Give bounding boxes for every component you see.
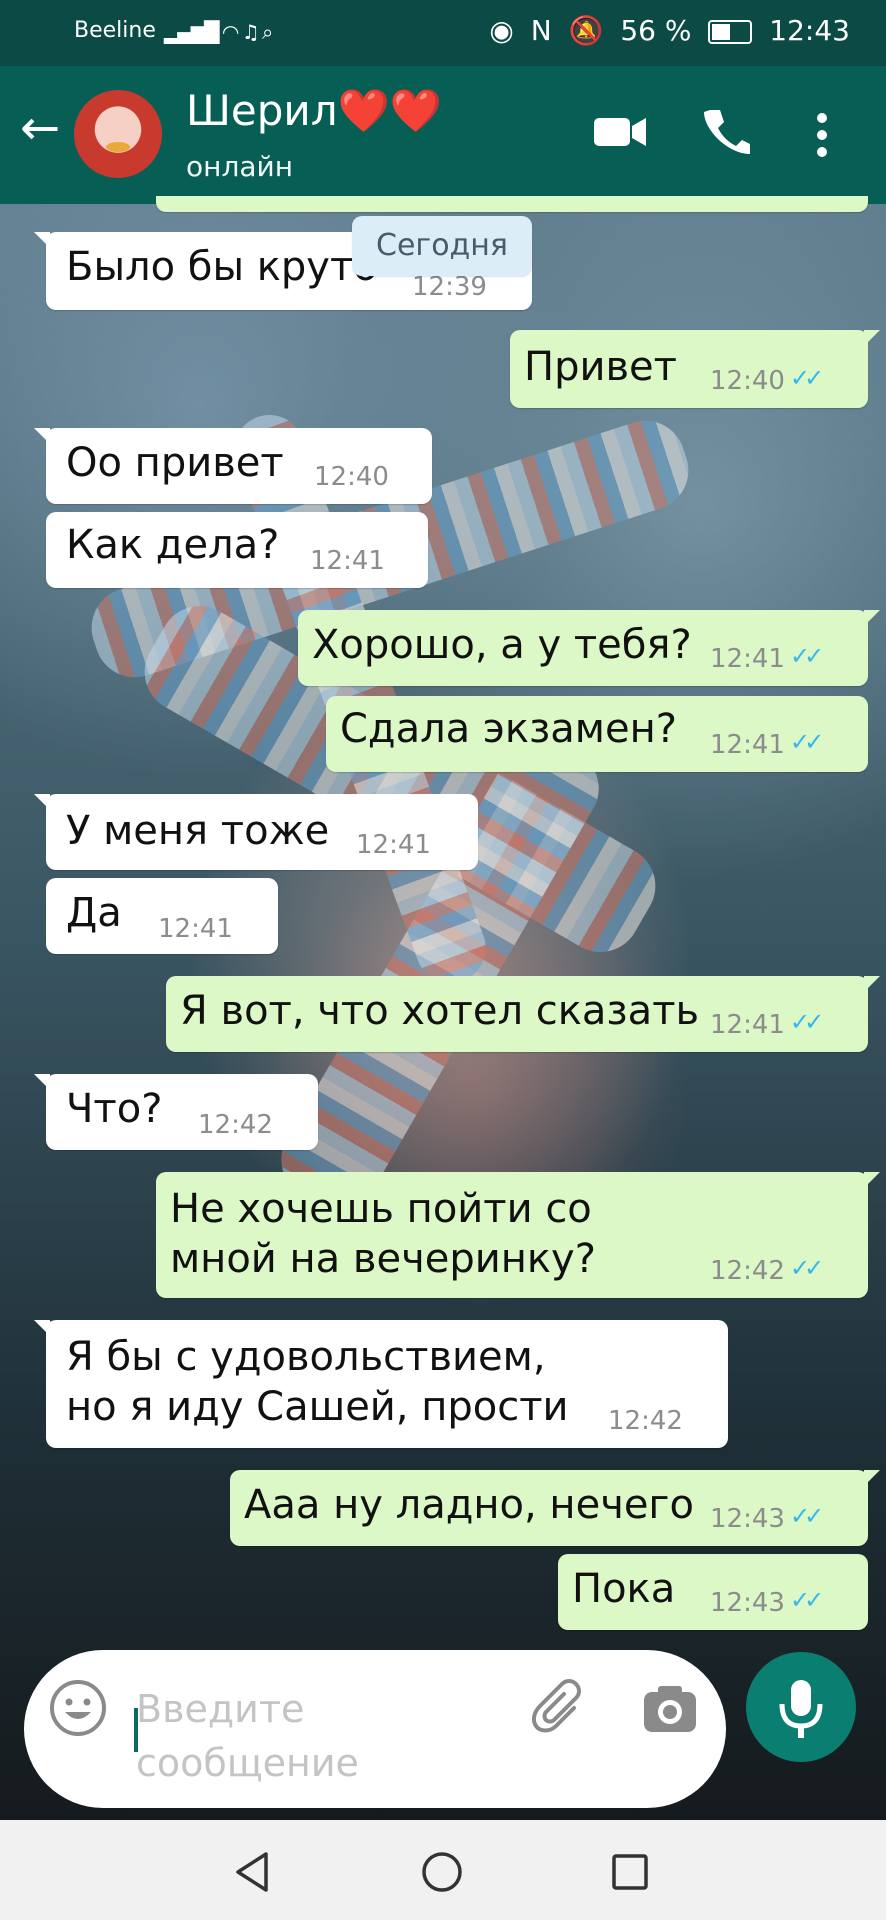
message-time: 12:42 xyxy=(710,1256,785,1286)
nav-back-icon[interactable] xyxy=(232,1850,276,1894)
message-time: 12:41 xyxy=(356,830,431,860)
message-text: Я вот, что хотел сказать xyxy=(180,988,700,1034)
mic-icon xyxy=(779,1680,823,1738)
nfc-icon: N xyxy=(530,14,552,47)
status-right: ◉ N 🔕 56 % 12:43 xyxy=(481,14,850,47)
contact-status: онлайн xyxy=(186,150,293,183)
carrier-label: Beeline xyxy=(74,18,156,43)
more-options-icon[interactable] xyxy=(812,110,832,160)
paperclip-icon[interactable] xyxy=(530,1678,590,1738)
read-ticks-icon: ✓✓ xyxy=(790,364,824,392)
message-time: 12:42 xyxy=(608,1406,683,1436)
message-text: Хорошо, а у тебя? xyxy=(312,622,692,668)
message-bubble-incoming[interactable]: Оо привет 12:40 xyxy=(34,428,432,504)
placeholder-line2: сообщение xyxy=(136,1741,359,1785)
message-time: 12:40 xyxy=(314,462,389,492)
message-time: 12:41 xyxy=(158,914,233,944)
message-text: Оо привет xyxy=(66,440,284,486)
placeholder-line1: Введите xyxy=(136,1687,305,1731)
camera-icon[interactable] xyxy=(640,1680,700,1740)
message-bubble-incoming[interactable]: Что? 12:42 xyxy=(34,1074,318,1150)
message-time: 12:43 xyxy=(710,1588,785,1618)
message-text: Пока xyxy=(572,1566,676,1612)
voice-call-icon[interactable] xyxy=(700,106,750,156)
message-bubble-outgoing[interactable]: Я вот, что хотел сказать 12:41 ✓✓ xyxy=(166,976,880,1052)
video-call-icon[interactable] xyxy=(594,114,646,150)
message-text-line1: Не хочешь пойти со xyxy=(170,1186,592,1232)
read-ticks-icon: ✓✓ xyxy=(790,642,824,670)
message-text: Сдала экзамен? xyxy=(340,706,677,752)
clock: 12:43 xyxy=(769,14,850,47)
message-bubble-outgoing[interactable]: Хорошо, а у тебя? 12:41 ✓✓ xyxy=(298,610,880,686)
read-ticks-icon: ✓✓ xyxy=(790,1254,824,1282)
mute-icon: 🔕 xyxy=(568,14,604,47)
message-text: У меня тоже xyxy=(66,808,330,854)
message-bubble-incoming[interactable]: Как дела? 12:41 xyxy=(46,512,428,588)
message-text: Как дела? xyxy=(66,522,280,568)
mic-button[interactable] xyxy=(746,1652,856,1762)
message-input[interactable]: Введите сообщение xyxy=(136,1682,496,1790)
contact-name[interactable]: Шерил❤️❤️ xyxy=(186,86,442,136)
message-bubble-outgoing[interactable]: Ааа ну ладно, нечего 12:43 ✓✓ xyxy=(230,1470,880,1546)
nav-recent-apps-icon[interactable] xyxy=(608,1850,652,1894)
message-bubble-incoming[interactable]: Да 12:41 xyxy=(46,878,278,954)
message-time: 12:41 xyxy=(310,546,385,576)
battery-icon xyxy=(708,20,753,44)
message-bubble-outgoing[interactable]: Сдала экзамен? 12:41 ✓✓ xyxy=(326,696,868,772)
contact-avatar[interactable] xyxy=(74,90,162,178)
read-ticks-icon: ✓✓ xyxy=(790,728,824,756)
message-text: Ааа ну ладно, нечего xyxy=(244,1482,694,1528)
read-ticks-icon: ✓✓ xyxy=(790,1008,824,1036)
message-text-line1: Я бы с удовольствием, xyxy=(66,1334,546,1380)
message-time: 12:42 xyxy=(198,1110,273,1140)
message-text: Было бы круто xyxy=(66,244,378,290)
message-bubble-partial xyxy=(156,196,868,212)
chat-header: ← Шерил❤️❤️ онлайн xyxy=(0,66,886,204)
message-text-line2: мной на вечеринку? xyxy=(170,1236,596,1282)
read-ticks-icon: ✓✓ xyxy=(790,1502,824,1530)
message-text-line2: но я иду Сашей, прости xyxy=(66,1384,569,1430)
signal-wifi-icons: ▂▄▆█ ◠ ♫ ⌕ xyxy=(164,20,273,44)
message-bubble-outgoing[interactable]: Пока 12:43 ✓✓ xyxy=(558,1554,868,1630)
message-time: 12:41 xyxy=(710,1010,785,1040)
message-time: 12:41 xyxy=(710,730,785,760)
message-time: 12:43 xyxy=(710,1504,785,1534)
message-text: Что? xyxy=(66,1086,163,1132)
message-time: 12:39 xyxy=(412,272,487,302)
message-bubble-outgoing[interactable]: Привет 12:40 ✓✓ xyxy=(510,330,880,408)
emoji-icon[interactable] xyxy=(48,1678,108,1738)
nav-home-icon[interactable] xyxy=(420,1850,464,1894)
message-text: Да xyxy=(66,890,122,936)
system-nav-bar xyxy=(0,1820,886,1920)
message-bubble-incoming[interactable]: У меня тоже 12:41 xyxy=(34,794,478,870)
message-time: 12:41 xyxy=(710,644,785,674)
back-arrow-icon[interactable]: ← xyxy=(20,104,60,152)
battery-percent: 56 % xyxy=(620,14,692,47)
message-time: 12:40 xyxy=(710,366,785,396)
read-ticks-icon: ✓✓ xyxy=(790,1586,824,1614)
date-chip: Сегодня xyxy=(352,216,532,276)
message-bubble-outgoing[interactable]: Не хочешь пойти со мной на вечеринку? 12… xyxy=(156,1172,880,1298)
message-text: Привет xyxy=(524,344,677,390)
status-bar: Beeline ▂▄▆█ ◠ ♫ ⌕ ◉ N 🔕 56 % 12:43 xyxy=(0,0,886,66)
message-bubble-incoming[interactable]: Я бы с удовольствием, но я иду Сашей, пр… xyxy=(34,1320,728,1448)
eye-icon: ◉ xyxy=(489,14,514,47)
